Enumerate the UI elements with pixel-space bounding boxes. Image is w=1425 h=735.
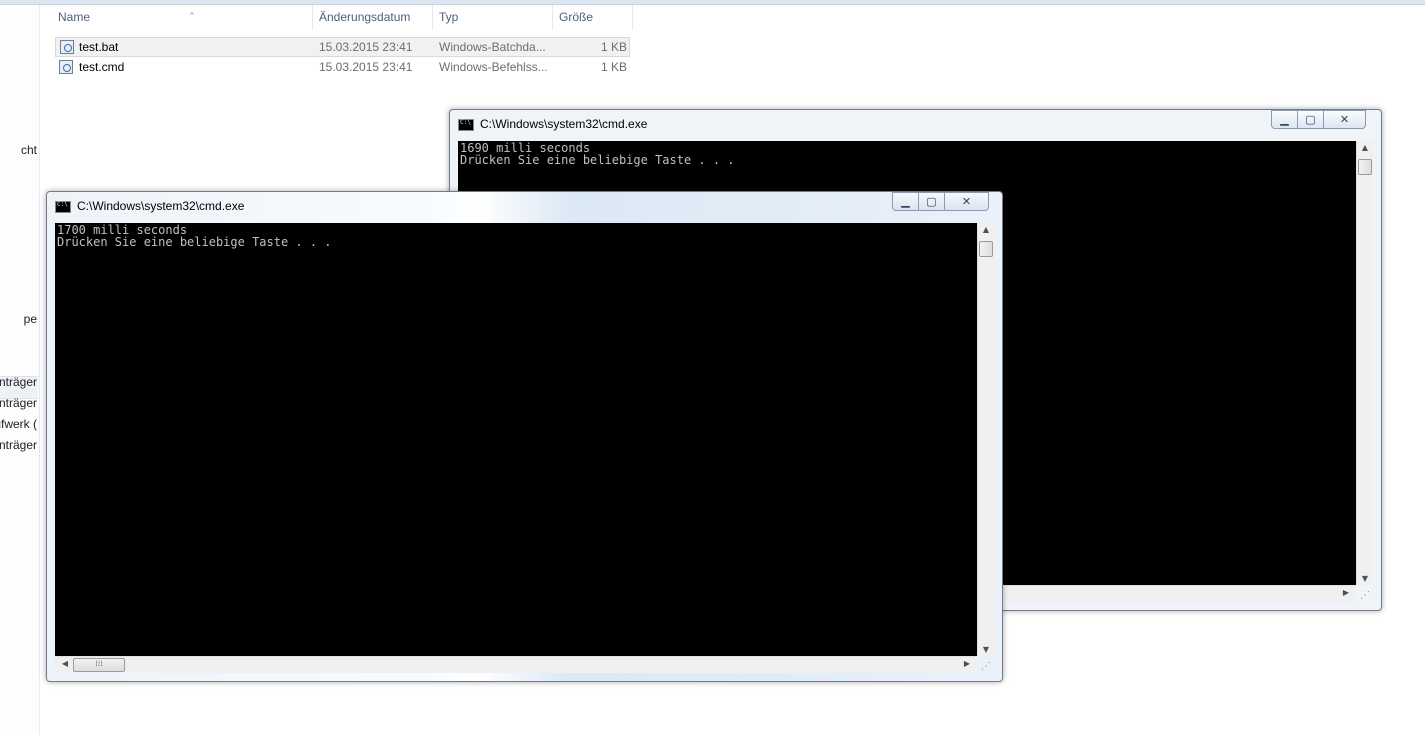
sort-ascending-icon: ^ <box>190 11 194 20</box>
minimize-icon: ▁ <box>901 195 910 208</box>
scrollbar-thumb[interactable] <box>979 241 993 257</box>
navigation-pane[interactable]: cht pe nträger nträger ufwerk ( nträger <box>0 5 40 735</box>
nav-item[interactable]: nträger <box>0 375 37 389</box>
console-line: Drücken Sie eine beliebige Taste . . . <box>460 153 735 167</box>
title-bar[interactable]: C:\Windows\system32\cmd.exe ▁ ▢ ✕ <box>450 110 1381 140</box>
command-file-icon <box>59 60 73 74</box>
column-header-size[interactable]: Größe <box>553 5 633 30</box>
nav-item[interactable]: pe <box>24 312 37 326</box>
column-header-type[interactable]: Typ <box>433 5 553 30</box>
maximize-button[interactable]: ▢ <box>1298 110 1324 129</box>
batch-file-icon <box>60 40 74 54</box>
column-header-date[interactable]: Änderungsdatum <box>313 5 433 30</box>
maximize-icon: ▢ <box>926 195 937 208</box>
scroll-up-icon[interactable]: ▲ <box>1357 143 1373 152</box>
nav-item[interactable]: nträger <box>0 396 37 410</box>
close-icon: ✕ <box>961 195 972 208</box>
file-name: test.cmd <box>79 60 125 74</box>
vertical-scrollbar[interactable]: ▲ ▼ <box>977 223 994 656</box>
resize-grip[interactable] <box>1356 585 1372 601</box>
console-line: Drücken Sie eine beliebige Taste . . . <box>57 235 332 249</box>
column-header-label: Name <box>58 10 91 24</box>
file-type: Windows-Befehlss... <box>439 60 548 74</box>
scrollbar-grip-icon: ⁞⁞⁞ <box>95 659 103 668</box>
scroll-up-icon[interactable]: ▲ <box>978 225 994 234</box>
console-output[interactable]: 1700 milli seconds Drücken Sie eine belie… <box>55 223 977 656</box>
column-header-name[interactable]: Name ^ <box>52 5 313 30</box>
nav-item[interactable]: ufwerk ( <box>0 417 37 431</box>
caption-buttons: ▁ ▢ ✕ <box>1271 110 1366 130</box>
file-type: Windows-Batchda... <box>439 40 546 54</box>
column-header-label: Typ <box>439 10 459 24</box>
nav-item[interactable]: cht <box>21 143 37 157</box>
maximize-icon: ▢ <box>1305 113 1316 126</box>
file-date: 15.03.2015 23:41 <box>319 60 413 74</box>
vertical-scrollbar[interactable]: ▲ ▼ <box>1356 141 1373 585</box>
column-header-label: Größe <box>559 10 594 24</box>
file-row[interactable]: test.bat 15.03.2015 23:41 Windows-Batchd… <box>55 37 630 57</box>
file-name: test.bat <box>79 40 119 54</box>
cmd-window-front[interactable]: C:\Windows\system32\cmd.exe ▁ ▢ ✕ 1700 m… <box>46 191 1003 682</box>
maximize-button[interactable]: ▢ <box>919 192 945 211</box>
scroll-right-icon[interactable]: ▶ <box>1338 588 1354 597</box>
scrollbar-thumb[interactable] <box>1358 159 1372 175</box>
file-size: 1 KB <box>601 60 628 74</box>
caption-buttons: ▁ ▢ ✕ <box>892 192 989 212</box>
minimize-button[interactable]: ▁ <box>892 192 919 211</box>
cmd-app-icon[interactable] <box>458 119 474 131</box>
scrollbar-thumb[interactable]: ⁞⁞⁞ <box>73 658 125 672</box>
minimize-button[interactable]: ▁ <box>1271 110 1298 129</box>
scroll-left-icon[interactable]: ◀ <box>57 659 73 668</box>
close-button[interactable]: ✕ <box>945 192 989 211</box>
cmd-app-icon[interactable] <box>55 201 71 213</box>
scroll-down-icon[interactable]: ▼ <box>1357 574 1373 583</box>
horizontal-scrollbar[interactable]: ◀ ⁞⁞⁞ ▶ <box>55 656 977 673</box>
window-title: C:\Windows\system32\cmd.exe <box>480 117 648 131</box>
resize-grip[interactable] <box>977 656 993 672</box>
scroll-down-icon[interactable]: ▼ <box>978 645 994 654</box>
nav-item[interactable]: nträger <box>0 438 37 452</box>
file-row[interactable]: test.cmd 15.03.2015 23:41 Windows-Befehl… <box>55 58 630 78</box>
file-size: 1 KB <box>601 40 628 54</box>
title-bar[interactable]: C:\Windows\system32\cmd.exe ▁ ▢ ✕ <box>47 192 1002 222</box>
window-title: C:\Windows\system32\cmd.exe <box>77 199 245 213</box>
scroll-right-icon[interactable]: ▶ <box>959 659 975 668</box>
column-header-label: Änderungsdatum <box>319 10 411 24</box>
close-button[interactable]: ✕ <box>1324 110 1366 129</box>
file-date: 15.03.2015 23:41 <box>319 40 413 54</box>
minimize-icon: ▁ <box>1280 113 1289 126</box>
close-icon: ✕ <box>1339 113 1350 126</box>
